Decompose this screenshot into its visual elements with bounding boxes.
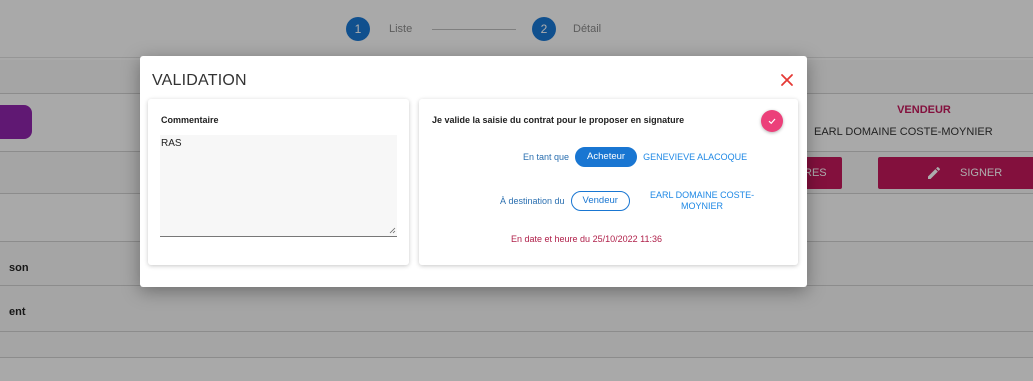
comment-textarea[interactable]: RAS <box>160 135 397 237</box>
validation-statement: Je valide la saisie du contrat pour le p… <box>432 115 685 125</box>
validation-card: Je valide la saisie du contrat pour le p… <box>419 99 798 265</box>
as-role-row: En tant que Acheteur GENEVIEVE ALACOQUE <box>523 147 747 167</box>
comment-title: Commentaire <box>161 115 219 125</box>
validation-date: En date et heure du 25/10/2022 11:36 <box>511 234 662 244</box>
as-name: GENEVIEVE ALACOQUE <box>643 152 748 162</box>
to-label: À destination du <box>500 196 565 206</box>
as-role-chip[interactable]: Acheteur <box>575 147 638 167</box>
to-role-chip[interactable]: Vendeur <box>570 191 630 211</box>
to-name-line-1: EARL DOMAINE COSTE- <box>649 190 755 200</box>
check-icon[interactable] <box>761 110 783 132</box>
to-name: EARL DOMAINE COSTE- MOYNIER <box>650 190 754 212</box>
to-role-row: À destination du Vendeur EARL DOMAINE CO… <box>500 190 754 212</box>
resize-grip-icon[interactable] <box>388 226 396 234</box>
to-name-line-2: MOYNIER <box>681 201 724 211</box>
comment-card: Commentaire RAS <box>148 99 409 265</box>
validation-dialog: VALIDATION Commentaire RAS Je valide la … <box>140 56 807 287</box>
as-label: En tant que <box>523 152 570 162</box>
dialog-title: VALIDATION <box>152 72 247 89</box>
close-icon[interactable] <box>779 72 795 88</box>
